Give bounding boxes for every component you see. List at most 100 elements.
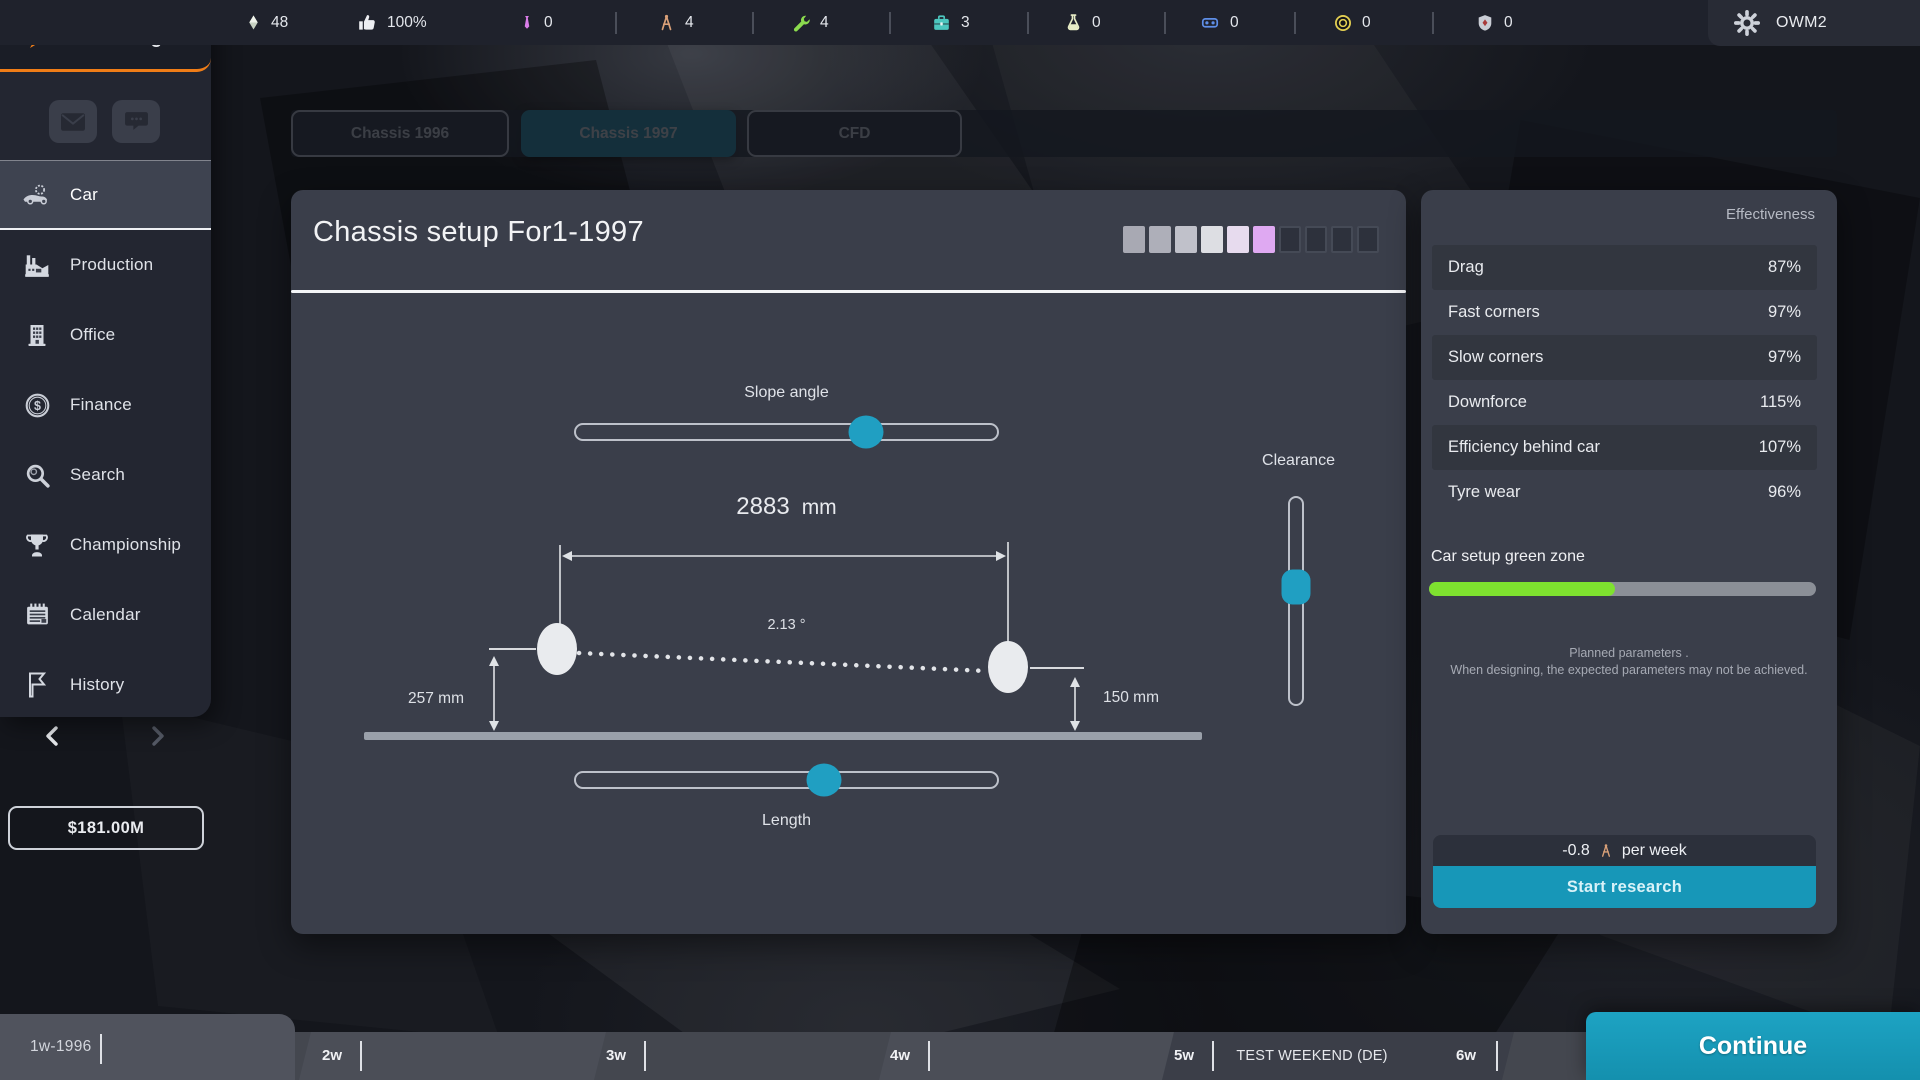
effectiveness-row: Downforce115%	[1432, 380, 1817, 425]
progress-square-empty	[1357, 226, 1379, 253]
resource-value: 0	[1362, 14, 1371, 32]
resource-value: 3	[961, 14, 970, 32]
profile-name: OWM2	[1776, 14, 1827, 32]
drafting-compass-icon	[1599, 842, 1613, 859]
collapse-left-chevron[interactable]	[32, 720, 72, 752]
progress-square	[1149, 226, 1171, 253]
sidebar-item-label: Car	[70, 185, 98, 205]
effectiveness-row: Drag87%	[1432, 245, 1817, 290]
office-building-icon	[22, 320, 52, 350]
clearance-thumb[interactable]	[1282, 569, 1311, 604]
sidebar-item-production[interactable]: Production	[0, 230, 211, 300]
factory-icon	[22, 250, 52, 280]
game-screen: 48 100% 0 4 4 3 0 0	[0, 0, 1920, 1080]
progress-square-empty	[1279, 226, 1301, 253]
expand-right-chevron[interactable]	[138, 720, 178, 752]
resource-value: 0	[1504, 14, 1513, 32]
effectiveness-table: Drag87% Fast corners97% Slow corners97% …	[1432, 245, 1817, 515]
resource-gems: 48	[246, 0, 288, 45]
svg-text:$: $	[34, 399, 41, 413]
chat-button[interactable]	[112, 100, 160, 143]
length-slider[interactable]	[574, 771, 999, 789]
sidebar-item-label: Search	[70, 465, 125, 485]
current-week-label: 1w-1996	[30, 1038, 92, 1056]
sidebar-item-label: Championship	[70, 535, 181, 555]
start-research-button[interactable]: Start research	[1433, 866, 1816, 908]
progress-square-empty	[1305, 226, 1327, 253]
resource-value: 4	[685, 14, 694, 32]
clearance-slider[interactable]	[1288, 496, 1304, 706]
sidebar-item-office[interactable]: Office	[0, 300, 211, 370]
research-cost-unit: per week	[1622, 842, 1687, 860]
sidebar-item-search[interactable]: Search	[0, 440, 211, 510]
resource-simulator: 0	[1200, 0, 1239, 45]
sidebar-item-finance[interactable]: $ Finance	[0, 370, 211, 440]
clearance-label: Clearance	[1221, 452, 1376, 470]
week-marker-2w: 2w	[322, 1032, 342, 1080]
sidebar-item-car[interactable]: Car	[0, 160, 211, 230]
drafting-compass-icon	[658, 13, 675, 32]
sidebar-item-calendar[interactable]: Calendar	[0, 580, 211, 650]
chassis-setup-panel: Chassis setup For1-1997 Slope angle	[291, 190, 1406, 934]
timeline-bar: 1w-1996 2w 3w 4w 5w TEST WEEKEND (DE) 6w…	[0, 1014, 1920, 1080]
planned-note-line1: Planned parameters .	[1421, 646, 1837, 660]
sidebar-item-label: History	[70, 675, 124, 695]
resource-approval: 100%	[358, 0, 427, 45]
trophy-icon	[22, 530, 52, 560]
resource-value: 0	[544, 14, 553, 32]
left-ride-height: 257 mm	[376, 690, 496, 708]
right-ride-height: 150 mm	[1071, 689, 1191, 707]
top-resource-bar: 48 100% 0 4 4 3 0 0	[0, 0, 1920, 45]
resource-mechanics: 4	[792, 0, 829, 45]
continue-button[interactable]: Continue	[1586, 1012, 1920, 1080]
topbar-separator	[1027, 12, 1029, 34]
resource-tokens: 0	[1334, 0, 1371, 45]
sidebar-item-championship[interactable]: Championship	[0, 510, 211, 580]
slope-angle-slider[interactable]	[574, 423, 999, 441]
week-divider	[928, 1041, 930, 1071]
badge-icon	[1476, 14, 1494, 32]
progress-square	[1201, 226, 1223, 253]
mail-button[interactable]	[49, 100, 97, 143]
progress-square	[1253, 226, 1275, 253]
slope-angle-label: Slope angle	[574, 384, 999, 402]
current-week-box: 1w-1996	[0, 1014, 295, 1080]
length-label: Length	[574, 812, 999, 830]
research-cost-value: -0.8	[1562, 842, 1590, 860]
sidebar-item-label: Office	[70, 325, 115, 345]
wheelbase-value: 2883	[736, 493, 789, 520]
history-flag-icon	[22, 670, 52, 700]
sidebar-item-history[interactable]: History	[0, 650, 211, 720]
topbar-separator	[1164, 12, 1166, 34]
tie-icon	[520, 13, 534, 32]
timeline-segment	[879, 1032, 1181, 1080]
topbar-separator	[1294, 12, 1296, 34]
progress-square	[1123, 226, 1145, 253]
calendar-icon	[22, 600, 52, 630]
green-zone-label: Car setup green zone	[1431, 548, 1585, 566]
design-progress-squares	[1123, 226, 1379, 253]
gamepad-icon	[1200, 14, 1220, 31]
planned-note-line2: When designing, the expected parameters …	[1421, 663, 1837, 677]
week-divider	[1212, 1041, 1214, 1071]
resource-value: 100%	[387, 14, 427, 32]
research-cost-bar: -0.8 per week	[1433, 835, 1816, 866]
chassis-tab-strip	[291, 110, 1837, 157]
length-thumb[interactable]	[807, 764, 842, 797]
green-zone-fill	[1429, 582, 1615, 596]
progress-square-empty	[1331, 226, 1353, 253]
resource-value: 4	[820, 14, 829, 32]
panel-header-divider	[291, 290, 1406, 293]
sidebar-nav: Car Production Office $ Finance Search C…	[0, 160, 211, 720]
resource-value: 48	[271, 14, 288, 32]
sidebar-item-label: Production	[70, 255, 153, 275]
effectiveness-row: Efficiency behind car107%	[1432, 425, 1817, 470]
slope-angle-thumb[interactable]	[849, 416, 884, 449]
week-divider	[360, 1041, 362, 1071]
profile-settings-button[interactable]: OWM2	[1708, 0, 1920, 46]
gem-icon	[246, 12, 261, 33]
progress-square	[1227, 226, 1249, 253]
dollar-coin-icon: $	[22, 390, 52, 420]
sidebar: ForzaOrange Car Production Office $ Fina	[0, 0, 211, 717]
flask-icon	[1065, 13, 1082, 32]
